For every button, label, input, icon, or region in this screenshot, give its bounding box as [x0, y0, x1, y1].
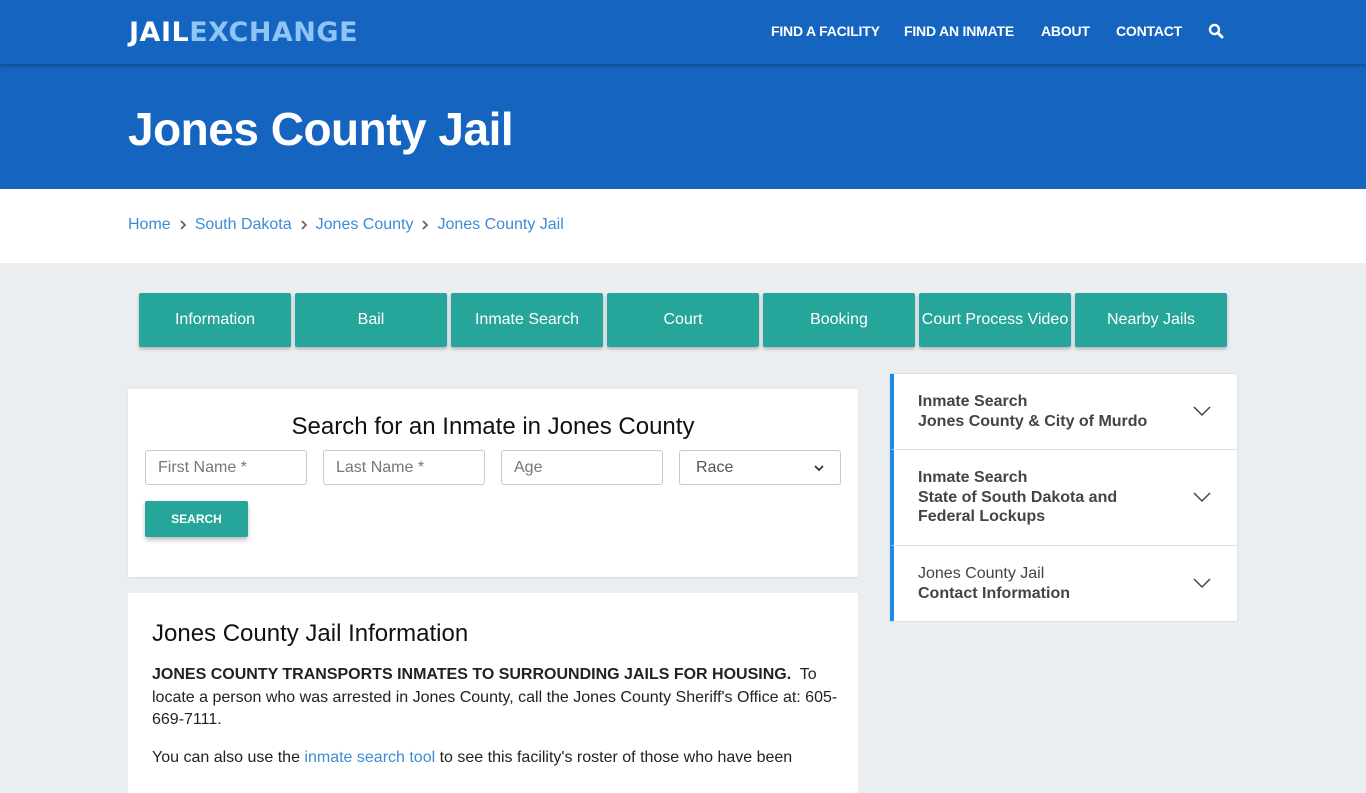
top-navbar: JAILEXCHANGE FIND A FACILITY FIND AN INM… [0, 0, 1366, 64]
search-icon[interactable] [1208, 23, 1224, 39]
chevron-right-icon [413, 217, 437, 233]
inmate-search-card: Search for an Inmate in Jones County Rac… [128, 389, 858, 577]
last-name-input[interactable] [323, 450, 485, 485]
breadcrumb-state[interactable]: South Dakota [195, 216, 292, 234]
nav-find-a-facility[interactable]: FIND A FACILITY [771, 23, 880, 39]
info-notice: JONES COUNTY TRANSPORTS INMATES TO SURRO… [152, 666, 792, 683]
accordion-line1: Inmate Search [918, 469, 1028, 486]
age-input[interactable] [501, 450, 663, 485]
chevron-down-icon [1193, 404, 1211, 416]
page-title: Jones County Jail [128, 103, 514, 155]
chevron-right-icon [292, 217, 316, 233]
chevron-down-icon [814, 459, 824, 477]
breadcrumb: Home South Dakota Jones County Jones Cou… [128, 216, 564, 234]
search-button[interactable]: SEARCH [145, 501, 248, 537]
breadcrumb-bar: Home South Dakota Jones County Jones Cou… [0, 189, 1366, 263]
jail-information-card: Jones County Jail Information JONES COUN… [128, 593, 858, 793]
inmate-search-tool-link[interactable]: inmate search tool [304, 749, 435, 766]
breadcrumb-home[interactable]: Home [128, 216, 171, 234]
chevron-down-icon [1193, 490, 1211, 502]
sidebar-accordion: Inmate Search Jones County & City of Mur… [889, 373, 1238, 622]
accordion-line2: State of South Dakota and Federal Lockup… [918, 488, 1118, 526]
nav-about[interactable]: ABOUT [1041, 23, 1090, 39]
race-select[interactable]: Race [679, 450, 841, 485]
info-paragraph-2: You can also use the inmate search tool … [152, 747, 842, 770]
tab-court[interactable]: Court [607, 293, 759, 347]
accordion-line2: Jones County & City of Murdo [918, 412, 1148, 430]
race-select-value: Race [696, 458, 734, 476]
tab-nearby-jails[interactable]: Nearby Jails [1075, 293, 1227, 347]
accordion-inmate-search-state[interactable]: Inmate Search State of South Dakota and … [890, 450, 1237, 546]
accordion-line1: Inmate Search [918, 393, 1028, 410]
chevron-down-icon [1193, 576, 1211, 588]
tab-inmate-search[interactable]: Inmate Search [451, 293, 603, 347]
accordion-contact-information[interactable]: Jones County Jail Contact Information [890, 546, 1237, 621]
accordion-inmate-search-county[interactable]: Inmate Search Jones County & City of Mur… [890, 374, 1237, 450]
hero-banner: Jones County Jail [0, 64, 1366, 189]
main-nav: FIND A FACILITY FIND AN INMATE ABOUT CON… [0, 23, 1366, 43]
nav-find-an-inmate[interactable]: FIND AN INMATE [904, 23, 1014, 39]
tab-information[interactable]: Information [139, 293, 291, 347]
info-text-after: to see this facility's roster of those w… [435, 749, 793, 766]
tab-court-process-video[interactable]: Court Process Video [919, 293, 1071, 347]
accordion-line2: Contact Information [918, 584, 1070, 602]
breadcrumb-facility[interactable]: Jones County Jail [437, 216, 563, 234]
info-title: Jones County Jail Information [152, 620, 469, 647]
chevron-right-icon [171, 217, 195, 233]
accordion-line1: Jones County Jail [918, 565, 1045, 582]
search-title: Search for an Inmate in Jones County [291, 413, 695, 440]
info-text-before: You can also use the [152, 749, 305, 766]
section-tabs: Information Bail Inmate Search Court Boo… [139, 293, 1227, 347]
breadcrumb-county[interactable]: Jones County [316, 216, 414, 234]
info-paragraph-1: JONES COUNTY TRANSPORTS INMATES TO SURRO… [152, 664, 842, 732]
tab-bail[interactable]: Bail [295, 293, 447, 347]
tab-booking[interactable]: Booking [763, 293, 915, 347]
first-name-input[interactable] [145, 450, 307, 485]
nav-contact[interactable]: CONTACT [1116, 23, 1182, 39]
